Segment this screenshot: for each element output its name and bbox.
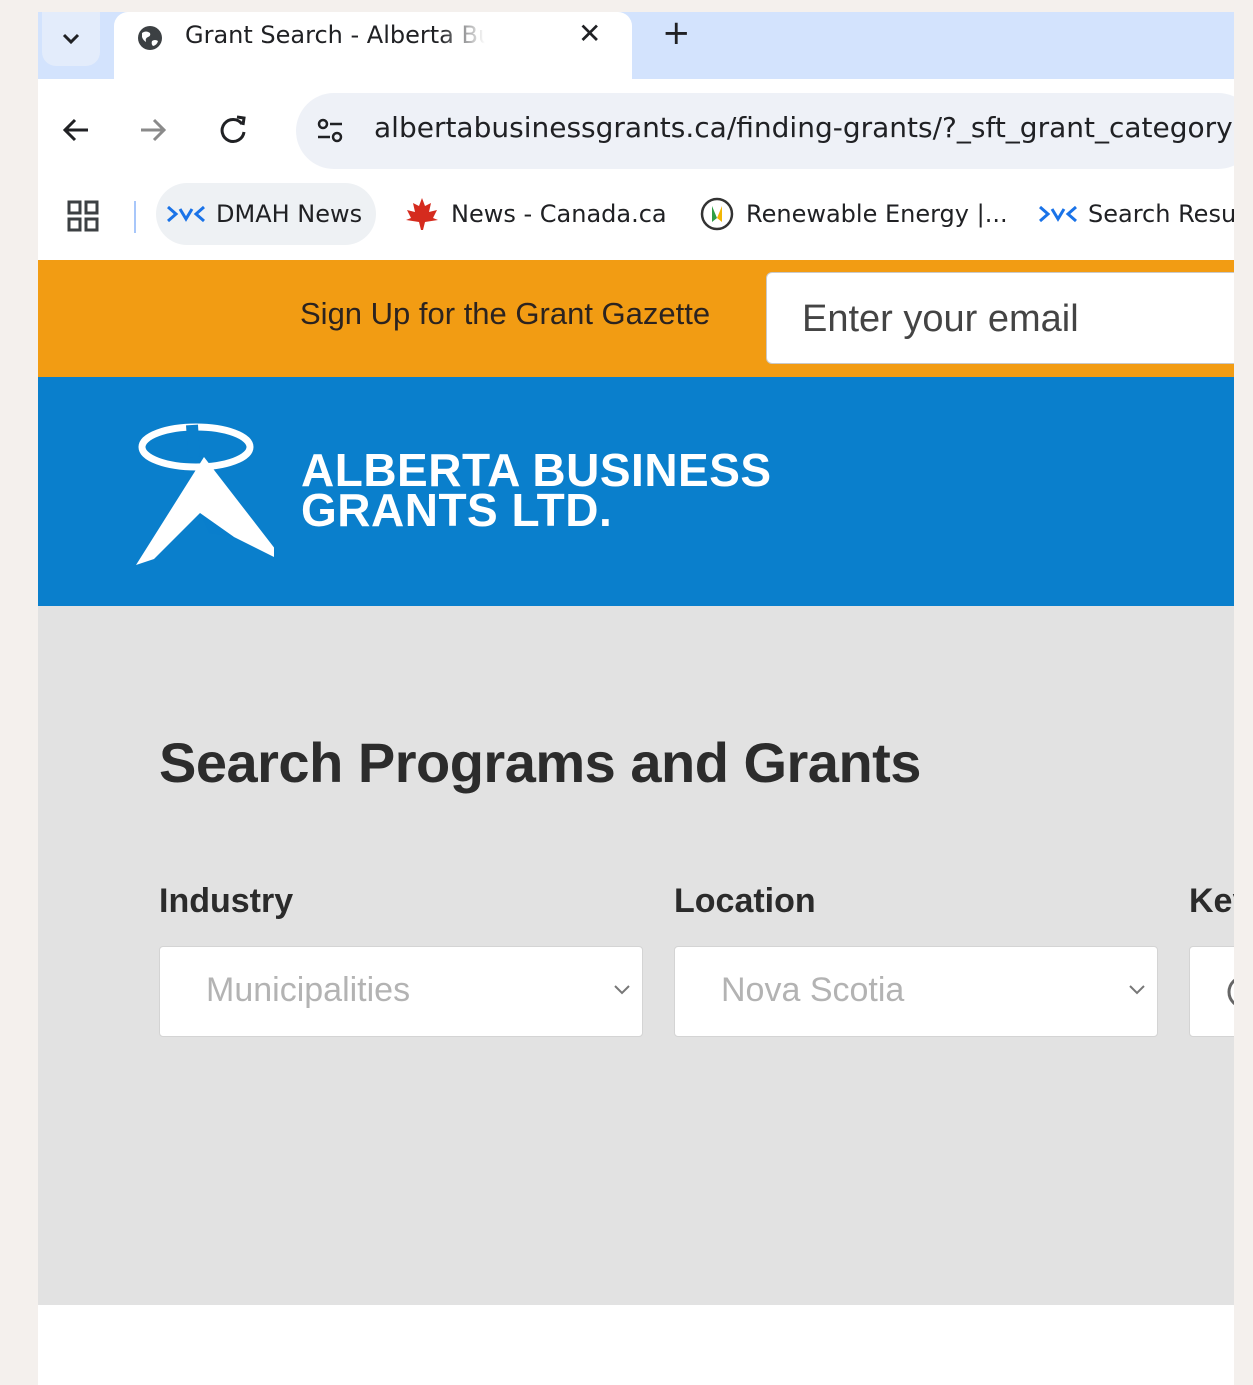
url-text: albertabusinessgrants.ca/finding-grants/…	[374, 111, 1234, 144]
bookmark-label: News - Canada.ca	[451, 200, 667, 228]
forward-icon[interactable]	[135, 112, 171, 148]
tab-active[interactable]: Grant Search - Alberta Business Grants L…	[114, 12, 632, 79]
location-label: Location	[674, 882, 816, 920]
logo-icon[interactable]	[134, 417, 274, 567]
page-title: Search Programs and Grants	[159, 731, 921, 794]
industry-select[interactable]: Municipalities	[159, 946, 643, 1037]
site-settings-icon[interactable]	[314, 115, 346, 147]
bookmarks-separator	[134, 201, 136, 233]
tab-strip: Grant Search - Alberta Business Grants L…	[38, 12, 1234, 79]
globe-icon	[138, 26, 162, 50]
bookmarks-bar: DMAH News News - Canada.ca Renewable Ene…	[38, 183, 1234, 260]
tab-search-button[interactable]	[42, 12, 100, 66]
chevron-down-icon	[614, 985, 630, 995]
dmah-icon	[1039, 205, 1077, 223]
bookmark-label: Renewable Energy |...	[746, 200, 1008, 228]
bookmark-news-canada[interactable]: News - Canada.ca	[403, 183, 667, 245]
email-placeholder: Enter your email	[802, 298, 1079, 340]
keyword-input[interactable]	[1189, 946, 1234, 1037]
address-bar[interactable]: albertabusinessgrants.ca/finding-grants/…	[296, 93, 1234, 169]
bookmark-dmah-news[interactable]: DMAH News	[156, 183, 377, 245]
location-value: Nova Scotia	[721, 971, 905, 1009]
email-input[interactable]: Enter your email	[766, 272, 1234, 364]
reload-icon[interactable]	[215, 112, 251, 148]
site-header: ALBERTA BUSINESS GRANTS LTD.	[38, 377, 1234, 606]
chevron-down-icon	[62, 33, 80, 45]
bookmark-renewable-energy[interactable]: Renewable Energy |...	[698, 183, 1008, 245]
location-select[interactable]: Nova Scotia	[674, 946, 1158, 1037]
bookmark-search-results[interactable]: Search Results	[1038, 183, 1234, 245]
page-footer-area	[38, 1305, 1234, 1385]
dmah-icon	[167, 205, 205, 223]
newsletter-bar: Sign Up for the Grant Gazette Enter your…	[38, 260, 1234, 377]
newsletter-label: Sign Up for the Grant Gazette	[300, 296, 711, 331]
logo-text[interactable]: ALBERTA BUSINESS GRANTS LTD.	[301, 447, 772, 536]
search-icon	[1227, 978, 1234, 1006]
new-tab-button[interactable]: +	[662, 16, 691, 50]
bookmark-label: DMAH News	[216, 200, 363, 228]
chevron-down-icon	[1129, 985, 1145, 995]
browser-toolbar: albertabusinessgrants.ca/finding-grants/…	[38, 79, 1234, 183]
industry-label: Industry	[159, 882, 294, 920]
bookmark-label: Search Results	[1088, 200, 1234, 228]
search-section: Search Programs and Grants Industry Muni…	[38, 606, 1234, 1305]
apps-grid-icon[interactable]	[66, 199, 100, 233]
keyword-label: Keyword	[1189, 882, 1234, 920]
logo-line-2: GRANTS LTD.	[301, 484, 613, 536]
tab-close-button[interactable]: ✕	[578, 20, 601, 48]
renewable-icon	[700, 197, 734, 231]
back-icon[interactable]	[58, 112, 94, 148]
browser-window: Grant Search - Alberta Business Grants L…	[38, 12, 1234, 1385]
tab-title: Grant Search - Alberta Business Grants L…	[185, 21, 485, 49]
maple-leaf-icon	[406, 198, 438, 230]
industry-value: Municipalities	[206, 971, 411, 1009]
